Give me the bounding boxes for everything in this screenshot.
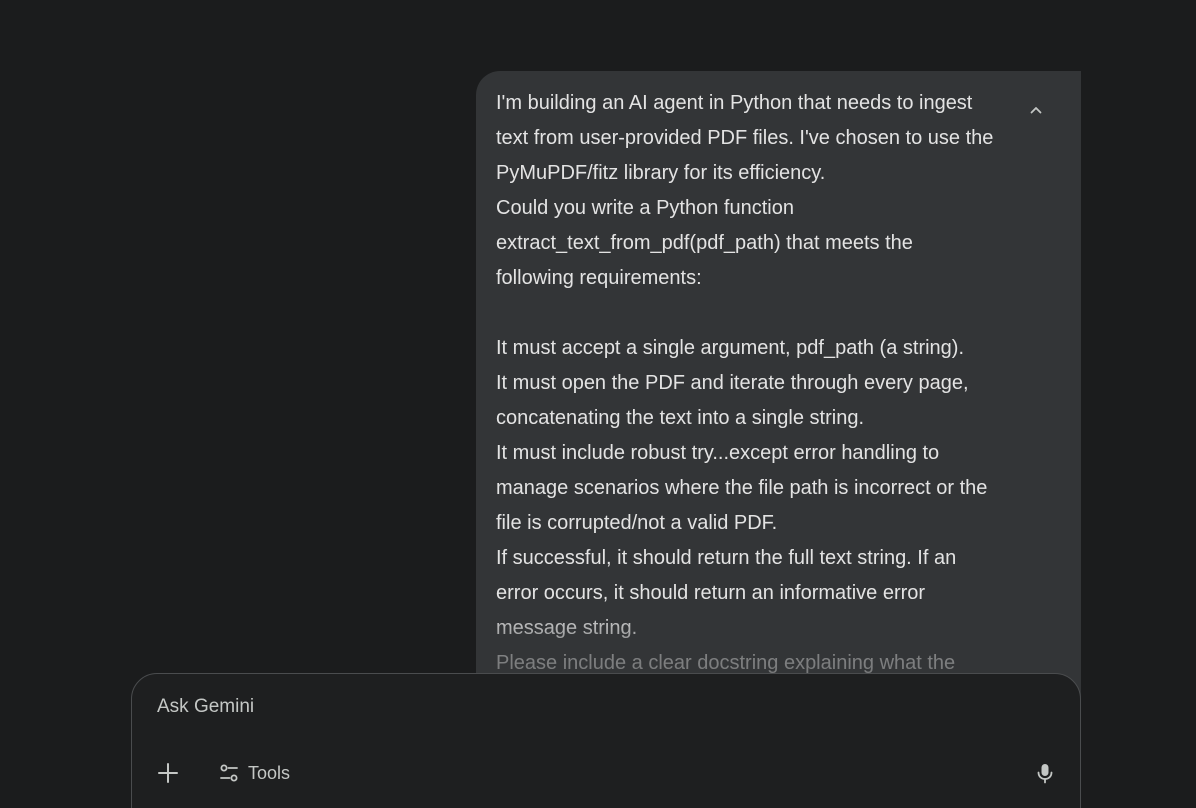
tools-label: Tools (248, 762, 291, 783)
microphone-icon (1037, 764, 1053, 784)
message-line: Could you write a Python function (496, 197, 794, 219)
collapse-message-button[interactable] (1021, 95, 1051, 125)
message-line: file is corrupted/not a valid PDF. (496, 512, 778, 534)
user-message-bubble: I'm building an AI agent in Python that … (476, 71, 1081, 751)
message-line (496, 296, 1016, 331)
message-line: error occurs, it should return an inform… (496, 582, 926, 604)
message-line: I'm building an AI agent in Python that … (496, 92, 973, 114)
tools-button[interactable]: Tools (210, 756, 298, 790)
message-line: It must open the PDF and iterate through… (496, 372, 969, 394)
message-line: It must accept a single argument, pdf_pa… (496, 337, 965, 359)
chevron-up-icon (1030, 107, 1042, 114)
user-message-text: I'm building an AI agent in Python that … (496, 86, 1016, 681)
prompt-input-box[interactable]: Ask Gemini Tools (131, 673, 1081, 808)
message-line: following requirements: (496, 267, 702, 289)
message-line: It must include robust try...except erro… (496, 442, 940, 464)
gemini-chat-page: I'm building an AI agent in Python that … (0, 0, 1196, 808)
message-line: If successful, it should return the full… (496, 547, 957, 569)
sliders-icon (220, 764, 238, 782)
message-line: extract_text_from_pdf(pdf_path) that mee… (496, 232, 913, 254)
plus-icon (158, 763, 178, 783)
add-attachment-button[interactable] (152, 757, 184, 789)
message-line: manage scenarios where the file path is … (496, 477, 988, 499)
message-line: message string. (496, 617, 638, 639)
message-line: text from user-provided PDF files. I've … (496, 127, 994, 149)
prompt-input-placeholder[interactable]: Ask Gemini (157, 696, 254, 718)
message-line: PyMuPDF/fitz library for its efficiency. (496, 162, 826, 184)
message-line: concatenating the text into a single str… (496, 407, 865, 429)
microphone-button[interactable] (1029, 757, 1061, 789)
